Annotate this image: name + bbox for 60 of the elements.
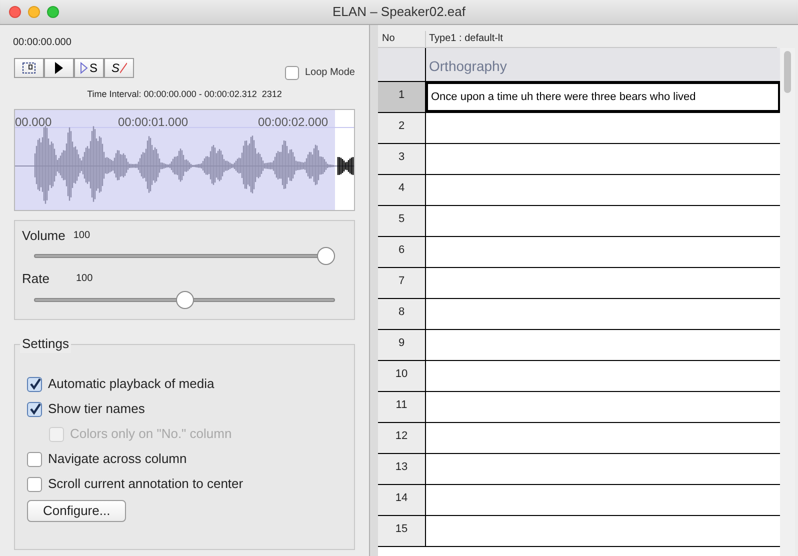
row-number[interactable]: 4	[378, 175, 426, 205]
row-number[interactable]: 8	[378, 299, 426, 329]
checkbox[interactable]	[284, 66, 299, 80]
row-number[interactable]: 10	[378, 361, 426, 391]
scrollbar[interactable]	[780, 48, 795, 556]
checkmark-icon	[28, 378, 40, 390]
row-number[interactable]: 7	[378, 268, 426, 298]
minimize-icon[interactable]	[28, 6, 40, 18]
checkbox[interactable]	[27, 452, 42, 466]
slider-reading: 100	[76, 272, 93, 286]
slider[interactable]	[34, 247, 335, 265]
row-number[interactable]: 13	[378, 454, 426, 484]
slider-reading: 100	[73, 228, 90, 243]
waveform-panel[interactable]: 00.000 00:00:01.000 00:00:02.000	[14, 108, 355, 210]
row-number[interactable]: 11	[378, 392, 426, 422]
checkbox-label: Scroll current annotation to center	[48, 475, 244, 494]
play-outline-icon	[80, 62, 88, 74]
slider-label: Rate	[22, 270, 50, 288]
ruler-label: 00.000	[15, 114, 52, 130]
column-header: Type1 : default-lt	[428, 32, 504, 46]
media-button[interactable]: S	[74, 58, 104, 78]
tier-name: Orthography	[428, 57, 507, 76]
row-number[interactable]: 15	[378, 516, 426, 546]
media-button[interactable]	[44, 58, 74, 78]
current-time: 00:00:00.000	[13, 36, 72, 50]
time-interval: Time Interval: 00:00:00.000 - 00:00:02.312 2312	[86, 88, 283, 101]
checkbox-label: Show tier names	[48, 400, 145, 418]
row-number[interactable]: 12	[378, 423, 426, 453]
row-number[interactable]: 3	[378, 144, 426, 174]
row-number[interactable]: 2	[378, 113, 426, 143]
media-button[interactable]: S	[104, 58, 134, 78]
row-number[interactable]: 1	[378, 82, 426, 112]
row-number[interactable]: 5	[378, 206, 426, 236]
play-icon	[54, 62, 64, 74]
ruler-label: 00:00:02.000	[258, 114, 328, 130]
checkmark-icon	[28, 403, 40, 415]
row-number[interactable]: 6	[378, 237, 426, 267]
zoom-icon[interactable]	[47, 6, 59, 18]
checkbox-label: Loop Mode	[304, 66, 355, 80]
slider-thumb[interactable]	[176, 290, 194, 308]
slider[interactable]	[34, 290, 335, 308]
checkbox[interactable]	[27, 376, 42, 392]
window-title: ELAN – Speaker02.eaf	[332, 3, 466, 22]
checkbox-label: Navigate across column	[48, 450, 187, 468]
column-header: No	[378, 31, 426, 47]
slider-label: Volume	[22, 226, 66, 244]
slash-icon	[120, 62, 126, 74]
annotation-cell[interactable]: Once upon a time uh there were three bears who lived	[426, 82, 780, 112]
checkbox-label: Automatic playback of media	[48, 375, 214, 394]
selection-icon	[22, 62, 36, 74]
close-icon[interactable]	[9, 6, 21, 18]
configure-button[interactable]: Configure...	[27, 500, 126, 522]
media-button[interactable]	[14, 58, 44, 78]
checkbox[interactable]	[27, 476, 42, 492]
checkbox-label: Colors only on "No." column	[70, 425, 232, 444]
checkbox[interactable]	[27, 402, 42, 416]
ruler-label: 00:00:01.000	[118, 114, 188, 130]
slider-thumb[interactable]	[317, 247, 335, 265]
row-number[interactable]: 14	[378, 485, 426, 515]
row-number[interactable]: 9	[378, 330, 426, 360]
